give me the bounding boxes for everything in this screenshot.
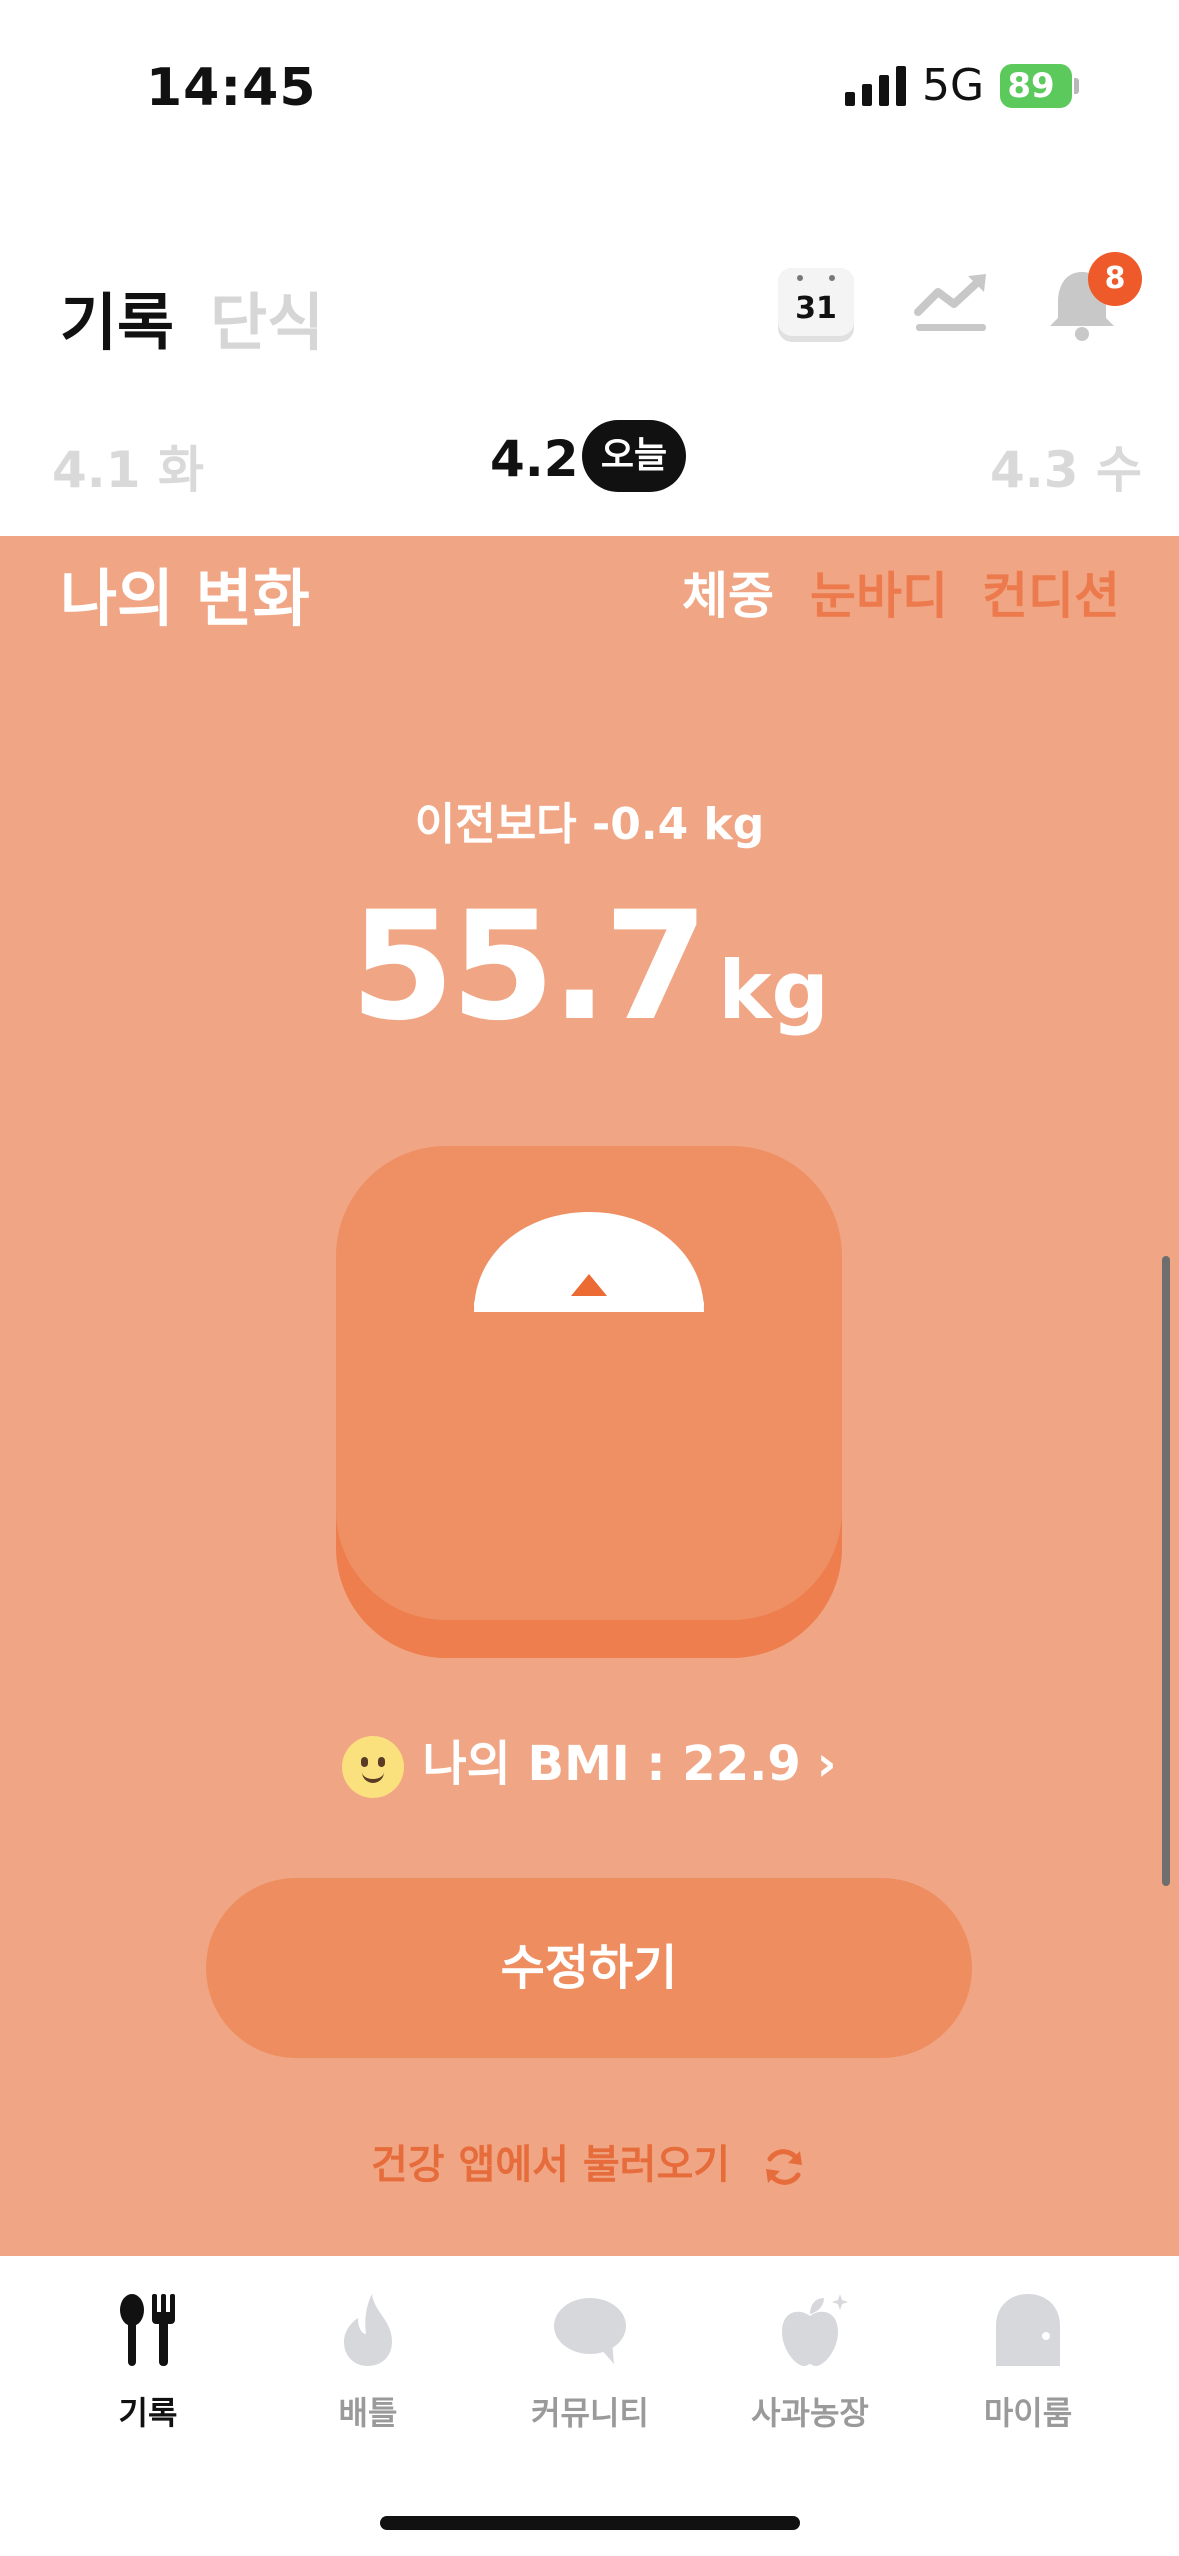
battery-icon: 89	[1000, 64, 1080, 108]
nav-item-apple-farm[interactable]: 사과농장	[720, 2290, 900, 2434]
tab-eye-body[interactable]: 눈바디	[810, 556, 948, 628]
tab-condition[interactable]: 컨디션	[982, 556, 1120, 628]
calendar-day: 31	[795, 291, 837, 326]
bmi-text: 나의 BMI : 22.9	[422, 1736, 801, 1792]
bmi-row[interactable]: 나의 BMI : 22.9 ›	[0, 1724, 1179, 1798]
scrollbar[interactable]	[1162, 1256, 1170, 1886]
chat-bubble-icon	[554, 2298, 626, 2364]
nav-label: 커뮤니티	[531, 2394, 649, 2432]
door-icon	[996, 2294, 1060, 2366]
status-time: 14:45	[146, 58, 317, 118]
smiley-icon	[342, 1736, 405, 1798]
nav-item-community[interactable]: 커뮤니티	[500, 2290, 680, 2434]
weight-diff: 이전보다 -0.4 kg	[414, 799, 765, 850]
network-type: 5G	[922, 60, 985, 111]
date-prev[interactable]: 4.1 화	[52, 430, 204, 502]
date-next[interactable]: 4.3 수	[990, 430, 1142, 502]
weight-unit: kg	[718, 944, 829, 1037]
flame-icon	[344, 2294, 392, 2366]
date-current[interactable]: 4.2	[490, 430, 579, 488]
weight-display: 55.7 kg	[0, 880, 1179, 1054]
today-badge: 오늘	[582, 420, 686, 492]
import-label: 건강 앱에서 불러오기	[371, 2142, 731, 2188]
chevron-right-icon: ›	[816, 1736, 837, 1792]
calendar-icon[interactable]: 31	[774, 262, 858, 346]
nav-label: 배틀	[338, 2394, 398, 2432]
apple-icon	[782, 2294, 848, 2366]
cellular-signal-icon	[845, 66, 906, 106]
import-health-app[interactable]: 건강 앱에서 불러오기	[0, 2132, 1179, 2191]
notification-badge: 8	[1088, 252, 1142, 306]
nav-item-battle[interactable]: 배틀	[278, 2290, 458, 2434]
battery-level: 89	[1007, 66, 1055, 106]
home-indicator	[380, 2516, 800, 2530]
refresh-icon	[766, 2149, 802, 2185]
weight-value: 55.7	[350, 880, 708, 1054]
trend-chart-icon[interactable]	[910, 262, 994, 346]
tab-weight[interactable]: 체중	[682, 556, 774, 628]
tab-fasting[interactable]: 단식	[210, 272, 324, 362]
section-title: 나의 변화	[60, 562, 310, 635]
nav-label: 마이룸	[983, 2394, 1073, 2432]
tab-record[interactable]: 기록	[60, 272, 174, 362]
nav-item-record[interactable]: 기록	[58, 2290, 238, 2434]
edit-button[interactable]: 수정하기	[206, 1878, 972, 2058]
nav-label: 기록	[118, 2394, 178, 2432]
fork-spoon-icon	[120, 2294, 175, 2366]
nav-item-my-room[interactable]: 마이룸	[938, 2290, 1118, 2434]
scale-icon[interactable]	[336, 1146, 842, 1658]
nav-label: 사과농장	[751, 2394, 869, 2432]
